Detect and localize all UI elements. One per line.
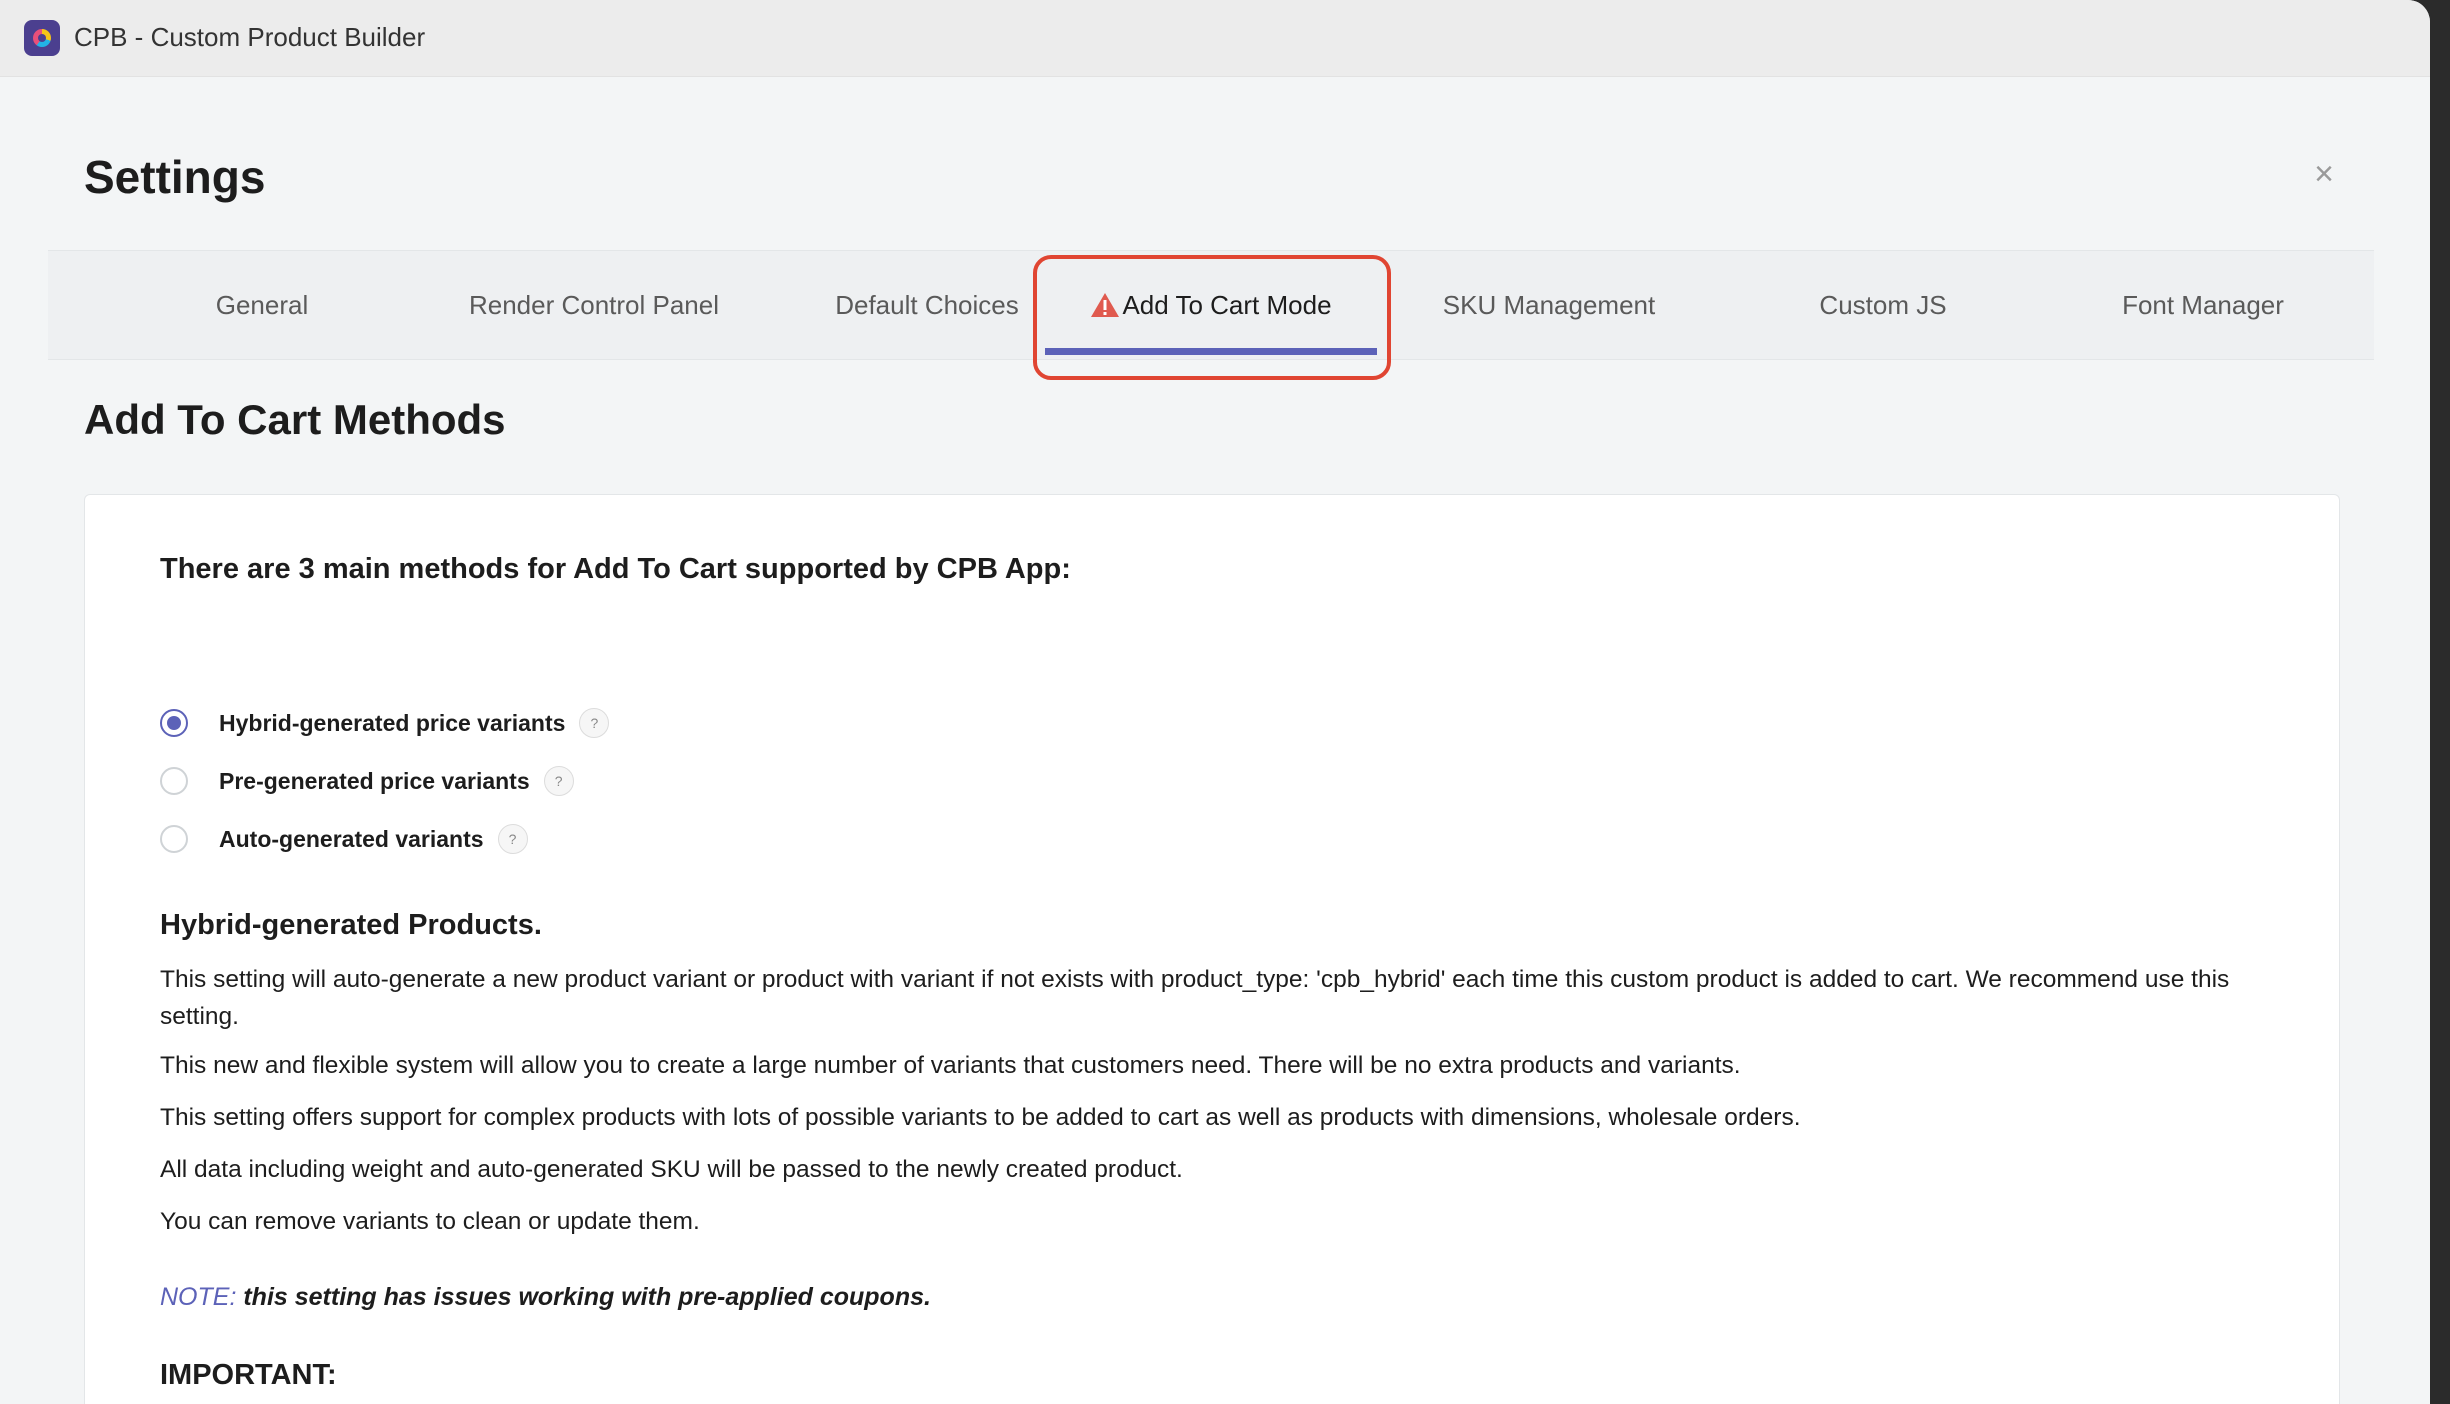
help-icon[interactable]: ? [497,824,528,854]
tab-label: Render Control Panel [468,289,720,320]
methods-intro: There are 3 main methods for Add To Cart… [160,553,1071,585]
description-title: Hybrid-generated Products. [160,909,542,941]
app-title: CPB - Custom Product Builder [74,22,426,52]
tab-general[interactable]: General [118,251,406,359]
app-window: CPB - Custom Product Builder Settings × … [0,0,2430,1404]
tab-label: General [215,289,309,320]
option-label[interactable]: Hybrid-generated price variants [219,710,565,737]
description-paragraph: This setting offers support for complex … [160,1104,1801,1131]
important-heading: IMPORTANT: [160,1359,337,1391]
tab-custom-js[interactable]: Custom JS [1738,251,2028,359]
option-auto-generated[interactable]: Auto-generated variants ? [160,819,528,859]
radio-pre-generated[interactable] [160,767,188,795]
section-heading: Add To Cart Methods [84,396,506,443]
help-icon[interactable]: ? [579,708,610,738]
tab-default-choices[interactable]: Default Choices [782,251,1072,359]
description-paragraph: All data including weight and auto-gener… [160,1156,1183,1183]
option-pre-generated[interactable]: Pre-generated price variants ? [160,761,574,801]
description-paragraph: This setting will auto-generate a new pr… [160,966,2230,1030]
tab-label: Font Manager [2122,289,2284,320]
settings-card: There are 3 main methods for Add To Cart… [84,494,2340,1404]
title-bar: CPB - Custom Product Builder [0,0,2430,77]
description-paragraph: This new and flexible system will allow … [160,1052,1741,1079]
note-body: this setting has issues working with pre… [236,1283,931,1311]
tab-label: SKU Management [1442,289,1656,320]
tab-highlight-annotation [1033,255,1391,380]
page-title: Settings [84,151,266,203]
note-text: NOTE: this setting has issues working wi… [160,1283,931,1312]
note-label: NOTE: [160,1283,237,1311]
option-hybrid[interactable]: Hybrid-generated price variants ? [160,703,610,743]
tab-label: Custom JS [1819,289,1947,320]
option-label[interactable]: Pre-generated price variants [219,768,530,795]
tab-label: Default Choices [835,289,1019,320]
help-icon[interactable]: ? [543,766,574,796]
tab-sku-management[interactable]: SKU Management [1388,251,1710,359]
tab-render-control-panel[interactable]: Render Control Panel [418,251,770,359]
radio-auto-generated[interactable] [160,825,188,853]
radio-hybrid[interactable] [160,709,188,737]
option-label[interactable]: Auto-generated variants [219,826,484,853]
app-logo-icon [24,20,60,56]
tab-font-manager[interactable]: Font Manager [2058,251,2348,359]
close-icon[interactable]: × [2306,156,2342,192]
description-paragraph: You can remove variants to clean or upda… [160,1208,700,1235]
